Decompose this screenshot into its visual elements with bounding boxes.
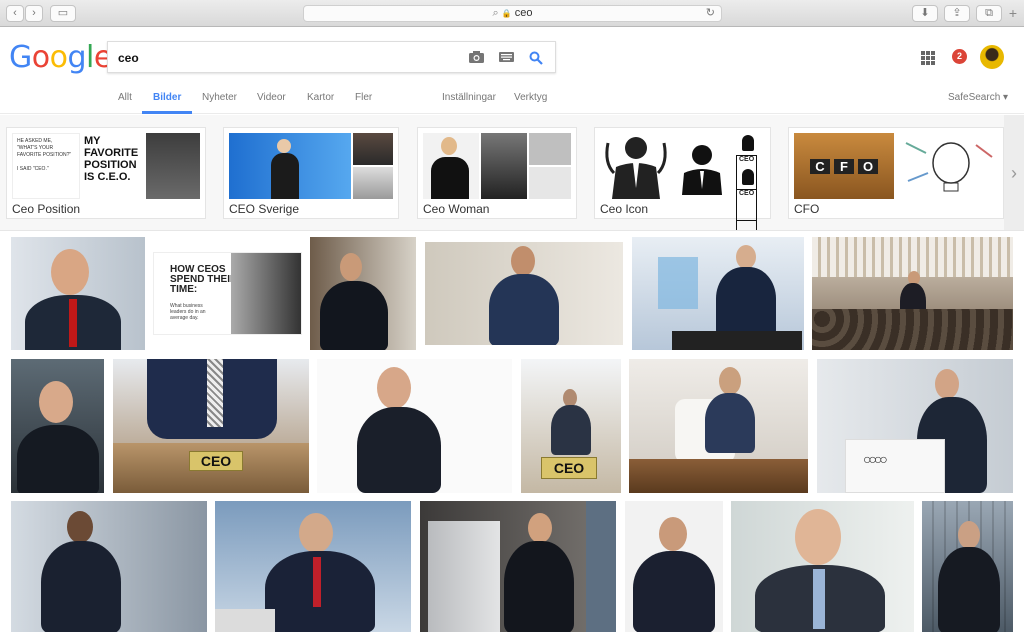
notifications-badge[interactable]: 2 [952, 49, 967, 64]
tabs-overview-button[interactable]: ⧉ [976, 5, 1002, 22]
search-icon[interactable] [528, 50, 544, 66]
image-result[interactable]: ○○○○ [817, 359, 1013, 493]
image-result[interactable] [812, 237, 1013, 350]
image-result[interactable] [731, 501, 914, 632]
search-box [107, 41, 556, 73]
search-type-tabs: Allt Bilder Nyheter Videor Kartor Fler I… [0, 85, 1024, 114]
cfo-tile: C [810, 158, 830, 174]
image-result[interactable]: CEO [113, 359, 309, 493]
related-card-ceo-woman[interactable]: Ceo Woman [417, 127, 577, 219]
cfo-tile: F [834, 158, 854, 174]
camera-icon[interactable] [468, 50, 484, 64]
icon-badge: CEO [736, 189, 758, 230]
related-label: CFO [794, 202, 820, 216]
audi-rings-icon: ○○○○ [863, 451, 888, 467]
chevron-right-icon[interactable]: › [1004, 115, 1024, 230]
forward-icon: › [32, 7, 36, 19]
related-thumb: C F O [794, 133, 894, 199]
download-icon: ⬇ [920, 7, 930, 19]
related-thumb [481, 133, 527, 199]
image-result[interactable] [632, 237, 804, 350]
related-label: Ceo Position [12, 202, 81, 216]
related-thumb [423, 133, 479, 199]
related-label: CEO Sverige [229, 202, 300, 216]
tab-videos[interactable]: Videor [257, 92, 286, 114]
related-card-ceo-sverige[interactable]: CEO Sverige [223, 127, 399, 219]
share-icon: ⇪ [952, 7, 962, 19]
related-label: Ceo Woman [423, 202, 490, 216]
cfo-tile: O [858, 158, 878, 174]
reload-icon[interactable]: ↻ [706, 6, 715, 21]
related-searches: HE ASKED ME, "WHAT'S YOUR FAVORITE POSITI… [0, 115, 1024, 231]
related-thumb [353, 133, 393, 199]
image-result[interactable] [625, 501, 723, 632]
related-thumb [600, 133, 672, 199]
image-result[interactable] [317, 359, 512, 493]
logo-letter: G [9, 40, 32, 75]
search-icon: ⌕ [492, 7, 499, 19]
search-input[interactable] [118, 49, 458, 67]
image-result[interactable] [420, 501, 616, 632]
related-thumb [229, 133, 351, 199]
downloads-button[interactable]: ⬇ [912, 5, 938, 22]
image-result[interactable] [629, 359, 808, 493]
google-logo[interactable]: Google [9, 40, 112, 75]
image-result[interactable]: HOW CEOS SPEND THEIR TIME: What business… [153, 252, 302, 335]
ceo-nameplate: CEO [189, 451, 243, 471]
sidebar-icon: ▭ [57, 7, 69, 19]
forward-button[interactable]: › [25, 5, 43, 22]
logo-letter: o [49, 40, 68, 75]
overlay-caption: HOW CEOS SPEND THEIR TIME: [170, 264, 238, 295]
settings-link[interactable]: Inställningar [442, 92, 496, 114]
google-header: Google 2 Allt Bilder Nyheter Videor Kart… [0, 27, 1024, 114]
tab-maps[interactable]: Kartor [307, 92, 334, 114]
related-thumb [674, 133, 730, 199]
tools-link[interactable]: Verktyg [514, 92, 547, 114]
sidebar-button[interactable]: ▭ [50, 5, 76, 22]
tab-more[interactable]: Fler [355, 92, 372, 114]
related-thumb: HE ASKED ME, "WHAT'S YOUR FAVORITE POSITI… [12, 133, 80, 199]
thumb-caption: MY FAVORITE POSITION IS C.E.O. [84, 135, 139, 183]
new-tab-button[interactable]: + [1004, 4, 1022, 23]
logo-letter: l [86, 40, 94, 75]
safesearch-toggle[interactable]: SafeSearch ▾ [948, 92, 1008, 114]
related-thumb: MY FAVORITE POSITION IS C.E.O. [82, 133, 200, 199]
tab-all[interactable]: Allt [118, 92, 132, 114]
related-thumb [896, 133, 998, 199]
avatar[interactable] [980, 45, 1004, 69]
url-text: ceo [514, 7, 533, 19]
related-thumb: CEO CEO [732, 133, 765, 230]
related-card-ceo-position[interactable]: HE ASKED ME, "WHAT'S YOUR FAVORITE POSITI… [6, 127, 206, 219]
related-card-ceo-icon[interactable]: CEO CEO Ceo Icon [594, 127, 771, 230]
image-result[interactable]: CEO [521, 359, 621, 493]
related-card-cfo[interactable]: C F O CFO [788, 127, 1004, 219]
overlay-subcaption: What business leaders do in an average d… [170, 303, 206, 321]
keyboard-icon[interactable] [498, 51, 514, 63]
address-bar[interactable]: ⌕ 🔒 ceo ↻ [303, 5, 722, 22]
lock-icon: 🔒 [501, 9, 512, 18]
image-result[interactable] [215, 501, 411, 632]
browser-toolbar: ‹ › ▭ ⌕ 🔒 ceo ↻ ⬇ ⇪ ⧉ + [0, 0, 1024, 27]
tab-news[interactable]: Nyheter [202, 92, 237, 114]
image-result[interactable] [11, 501, 207, 632]
back-icon: ‹ [13, 7, 17, 19]
image-result[interactable] [922, 501, 1013, 632]
logo-letter: g [67, 40, 87, 75]
image-result[interactable] [310, 237, 416, 350]
back-button[interactable]: ‹ [6, 5, 24, 22]
image-result[interactable] [11, 237, 145, 350]
logo-letter: o [31, 40, 50, 75]
tabs-icon: ⧉ [985, 7, 993, 19]
image-result[interactable] [11, 359, 104, 493]
share-button[interactable]: ⇪ [944, 5, 970, 22]
related-thumb [529, 133, 571, 199]
plus-icon: + [1008, 5, 1018, 21]
image-result[interactable] [425, 242, 623, 345]
ceo-nameplate: CEO [541, 457, 597, 479]
related-label: Ceo Icon [600, 202, 649, 216]
apps-grid-icon[interactable] [921, 51, 935, 65]
tab-images[interactable]: Bilder [142, 92, 193, 114]
